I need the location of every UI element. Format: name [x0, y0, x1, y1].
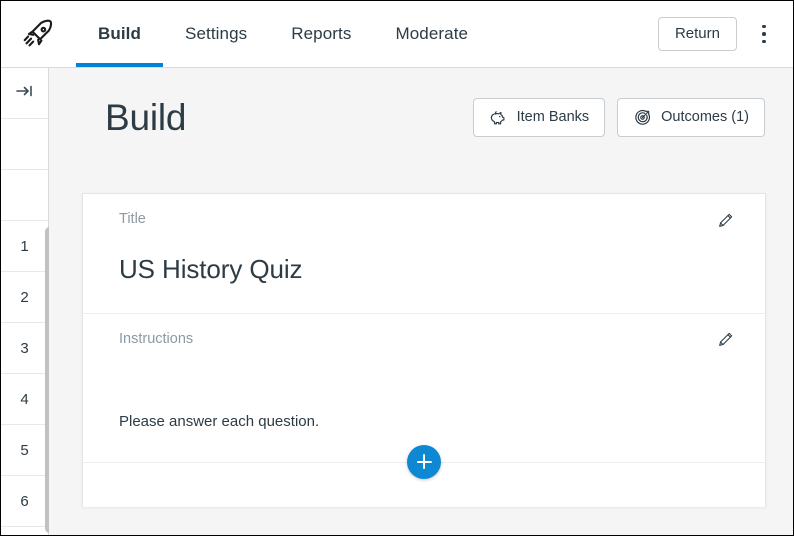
outcomes-label: Outcomes (1): [661, 108, 749, 125]
tab-moderate-label: Moderate: [395, 24, 469, 43]
quiz-title-value: US History Quiz: [119, 254, 303, 285]
rail-item-5[interactable]: 5: [1, 425, 48, 476]
tab-build[interactable]: Build: [76, 1, 163, 67]
rail-item-6-label: 6: [20, 492, 29, 510]
primary-tabs: Build Settings Reports Moderate: [76, 1, 490, 67]
rail-item-2-label: 2: [20, 288, 29, 306]
add-item-divider: [83, 444, 765, 479]
collapse-sidebar-button[interactable]: [1, 68, 48, 119]
item-banks-button[interactable]: Item Banks: [472, 98, 606, 137]
kebab-dot: [762, 39, 766, 44]
rocket-icon: [22, 17, 56, 51]
tab-reports-label: Reports: [291, 24, 352, 43]
tab-build-label: Build: [98, 24, 141, 43]
item-banks-label: Item Banks: [516, 108, 590, 125]
app-logo[interactable]: [1, 1, 76, 67]
title-field-label: Title: [119, 211, 146, 227]
rail-item-3-label: 3: [20, 339, 29, 357]
top-navigation-bar: Build Settings Reports Moderate Return: [1, 1, 793, 68]
rail-cell-empty-2: [1, 170, 48, 221]
rail-item-5-label: 5: [20, 441, 29, 459]
more-vertical-icon[interactable]: [747, 17, 781, 51]
topbar-actions: Return: [657, 1, 793, 67]
main-content: Build Item Banks Outcomes (1) Title US H…: [49, 68, 793, 535]
pencil-icon: [717, 212, 734, 229]
piggy-bank-icon: [489, 108, 508, 127]
tab-settings[interactable]: Settings: [163, 1, 269, 67]
return-button[interactable]: Return: [657, 16, 737, 52]
rail-item-3[interactable]: 3: [1, 323, 48, 374]
instructions-field-label: Instructions: [119, 330, 194, 347]
rail-item-1-label: 1: [20, 237, 29, 255]
tab-moderate[interactable]: Moderate: [373, 1, 490, 67]
header-action-buttons: Item Banks Outcomes (1): [472, 98, 765, 139]
rail-item-4-label: 4: [20, 390, 29, 408]
kebab-dot: [762, 32, 766, 36]
edit-title-button[interactable]: [711, 206, 739, 234]
collapse-right-icon: [15, 83, 35, 103]
title-section: Title US History Quiz: [83, 194, 765, 313]
add-item-button[interactable]: [407, 444, 441, 479]
rail-item-6[interactable]: 6: [1, 476, 48, 527]
kebab-dot: [762, 24, 766, 29]
rail-item-2[interactable]: 2: [1, 272, 48, 323]
rail-cell-empty-1: [1, 119, 48, 170]
question-outline-rail: 1 2 3 4 5 6 7: [1, 68, 49, 535]
quiz-build-page: Build Settings Reports Moderate Return 1…: [0, 0, 794, 536]
quiz-details-card: Title US History Quiz Instructions Pleas…: [82, 193, 766, 507]
target-outcome-icon: [633, 108, 652, 127]
outcomes-button[interactable]: Outcomes (1): [617, 98, 765, 137]
edit-instructions-button[interactable]: [711, 326, 739, 354]
rail-item-4[interactable]: 4: [1, 374, 48, 425]
tab-reports[interactable]: Reports: [269, 1, 373, 67]
page-title: Build: [105, 97, 187, 139]
rail-item-1[interactable]: 1: [1, 221, 48, 272]
tab-settings-label: Settings: [185, 24, 248, 43]
page-header: Build Item Banks Outcomes (1): [49, 68, 793, 139]
rail-item-7[interactable]: 7: [1, 527, 48, 535]
instructions-section: Instructions Please answer each question…: [83, 312, 765, 462]
pencil-icon: [717, 331, 734, 348]
